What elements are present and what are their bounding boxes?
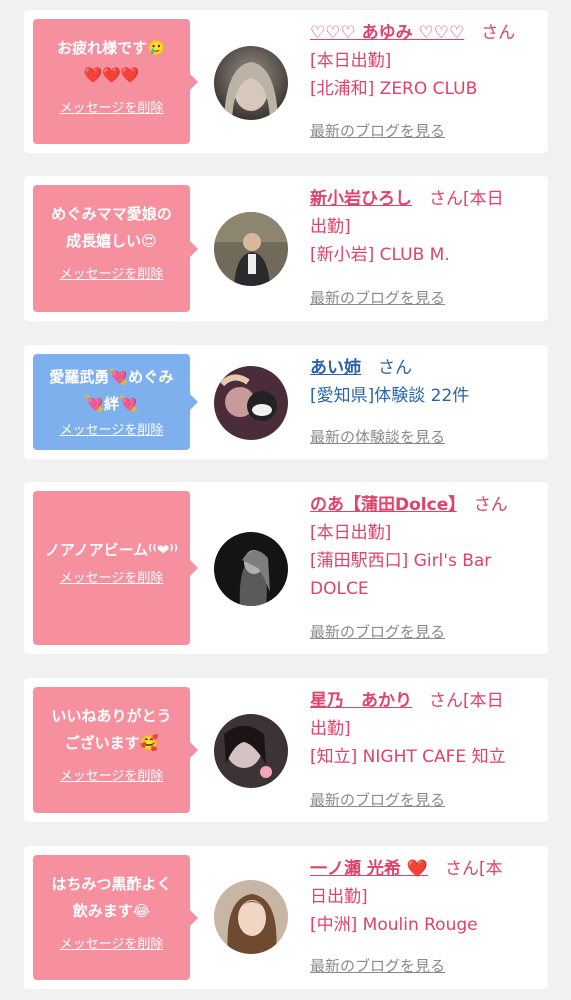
work-status: 出勤] (310, 217, 351, 237)
avatar[interactable] (214, 714, 288, 788)
message-text: 成長嬉しい😍 (66, 232, 157, 250)
message-list: お疲れ様です🥲 ❤️❤️❤️ メッセージを削除 ♡♡♡ あゆみ ♡♡♡ さん [… (0, 0, 571, 1000)
shop-name: [蒲田駅西口] Girl's Bar (310, 551, 492, 571)
user-info: あい姉 さん [愛知県]体験談 22件 (310, 354, 540, 410)
heart-icon: ❤️ (406, 859, 429, 879)
delete-message-link[interactable]: メッセージを削除 (33, 421, 190, 441)
message-bubble: いいねありがとう ございます🥰 メッセージを削除 (33, 687, 198, 813)
delete-message-link[interactable]: メッセージを削除 (33, 569, 190, 589)
message-bubble: はちみつ黒酢よく 飲みます😂 メッセージを削除 (33, 855, 198, 980)
user-name-link[interactable]: 一ノ瀬 光希 ❤️ (310, 859, 428, 879)
avatar-photo (214, 366, 288, 440)
shop-name: DOLCE (310, 579, 369, 599)
honorific: さん (481, 23, 516, 43)
message-text: ノアノアビーム⁽⁽❤︎⁾⁾ (44, 541, 179, 559)
latest-review-link[interactable]: 最新の体験談を見る (310, 427, 445, 447)
user-name-link[interactable]: 星乃 あかり (310, 691, 412, 711)
latest-blog-link[interactable]: 最新のブログを見る (310, 288, 445, 308)
user-name-text: 一ノ瀬 光希 (310, 859, 401, 879)
message-text: いいねありがとう (51, 707, 172, 725)
avatar-photo (214, 532, 288, 606)
message-text: 愛羅武勇💘めぐみ (49, 368, 174, 386)
avatar[interactable] (214, 532, 288, 606)
work-status: [本日出勤] (310, 51, 392, 71)
message-card: いいねありがとう ございます🥰 メッセージを削除 星乃 あかり さん[本日 出勤… (24, 678, 548, 822)
avatar[interactable] (214, 880, 288, 954)
message-bubble: ノアノアビーム⁽⁽❤︎⁾⁾ メッセージを削除 (33, 491, 198, 645)
delete-message-link[interactable]: メッセージを削除 (33, 99, 190, 119)
message-text: めぐみママ愛娘の (51, 205, 172, 223)
latest-blog-link[interactable]: 最新のブログを見る (310, 622, 445, 642)
user-name-link[interactable]: のあ【蒲田Dolce】 (310, 495, 457, 515)
message-text: 💘絆💘 (85, 395, 138, 413)
shop-name: [新小岩] CLUB M. (310, 245, 450, 265)
work-status: [本日出勤] (310, 523, 392, 543)
message-bubble: お疲れ様です🥲 ❤️❤️❤️ メッセージを削除 (33, 19, 198, 144)
message-bubble: 愛羅武勇💘めぐみ 💘絆💘 メッセージを削除 (33, 354, 198, 450)
shop-name: [北浦和] ZERO CLUB (310, 79, 478, 99)
work-status: 日出勤] (310, 887, 368, 907)
avatar[interactable] (214, 212, 288, 286)
user-info: 星乃 あかり さん[本日 出勤] [知立] NIGHT CAFE 知立 (310, 687, 540, 771)
latest-blog-link[interactable]: 最新のブログを見る (310, 956, 445, 976)
user-info: 一ノ瀬 光希 ❤️ さん[本 日出勤] [中洲] Moulin Rouge (310, 855, 540, 939)
honorific: さん (378, 358, 412, 378)
user-name-link[interactable]: ♡♡♡ あゆみ ♡♡♡ (310, 23, 464, 43)
message-text: 飲みます😂 (72, 902, 151, 920)
avatar-photo (214, 714, 288, 788)
latest-blog-link[interactable]: 最新のブログを見る (310, 121, 445, 141)
shop-name: [知立] NIGHT CAFE 知立 (310, 747, 506, 767)
review-count: [愛知県]体験談 22件 (310, 386, 470, 406)
delete-message-link[interactable]: メッセージを削除 (33, 935, 190, 955)
shop-name: [中洲] Moulin Rouge (310, 915, 478, 935)
user-info: ♡♡♡ あゆみ ♡♡♡ さん [本日出勤] [北浦和] ZERO CLUB (310, 19, 540, 103)
honorific: さん[本 (445, 859, 503, 879)
avatar-photo (214, 46, 288, 120)
user-name-link[interactable]: あい姉 (310, 358, 361, 378)
message-text: はちみつ黒酢よく (51, 875, 172, 893)
message-text: ございます🥰 (64, 734, 159, 752)
user-name-link[interactable]: 新小岩ひろし (310, 189, 412, 209)
avatar-photo (214, 880, 288, 954)
message-card: お疲れ様です🥲 ❤️❤️❤️ メッセージを削除 ♡♡♡ あゆみ ♡♡♡ さん [… (24, 10, 548, 153)
message-card: 愛羅武勇💘めぐみ 💘絆💘 メッセージを削除 あい姉 さん [愛知県]体験談 22… (24, 345, 548, 459)
message-card: ノアノアビーム⁽⁽❤︎⁾⁾ メッセージを削除 のあ【蒲田Dolce】 さん [本… (24, 482, 548, 654)
delete-message-link[interactable]: メッセージを削除 (33, 265, 190, 285)
user-info: 新小岩ひろし さん[本日 出勤] [新小岩] CLUB M. (310, 185, 540, 269)
avatar[interactable] (214, 366, 288, 440)
work-status: 出勤] (310, 719, 351, 739)
message-card: めぐみママ愛娘の 成長嬉しい😍 メッセージを削除 新小岩ひろし さん[本日 出勤… (24, 176, 548, 321)
honorific: さん[本日 (429, 189, 504, 209)
user-info: のあ【蒲田Dolce】 さん [本日出勤] [蒲田駅西口] Girl's Bar… (310, 491, 540, 603)
message-text: お疲れ様です🥲 (57, 39, 166, 57)
avatar[interactable] (214, 46, 288, 120)
message-bubble: めぐみママ愛娘の 成長嬉しい😍 メッセージを削除 (33, 185, 198, 312)
delete-message-link[interactable]: メッセージを削除 (33, 767, 190, 787)
honorific: さん[本日 (429, 691, 504, 711)
message-text: ❤️❤️❤️ (83, 66, 140, 84)
honorific: さん (473, 495, 508, 515)
latest-blog-link[interactable]: 最新のブログを見る (310, 790, 445, 810)
message-card: はちみつ黒酢よく 飲みます😂 メッセージを削除 一ノ瀬 光希 ❤️ さん[本 日… (24, 846, 548, 989)
avatar-photo (214, 212, 288, 286)
